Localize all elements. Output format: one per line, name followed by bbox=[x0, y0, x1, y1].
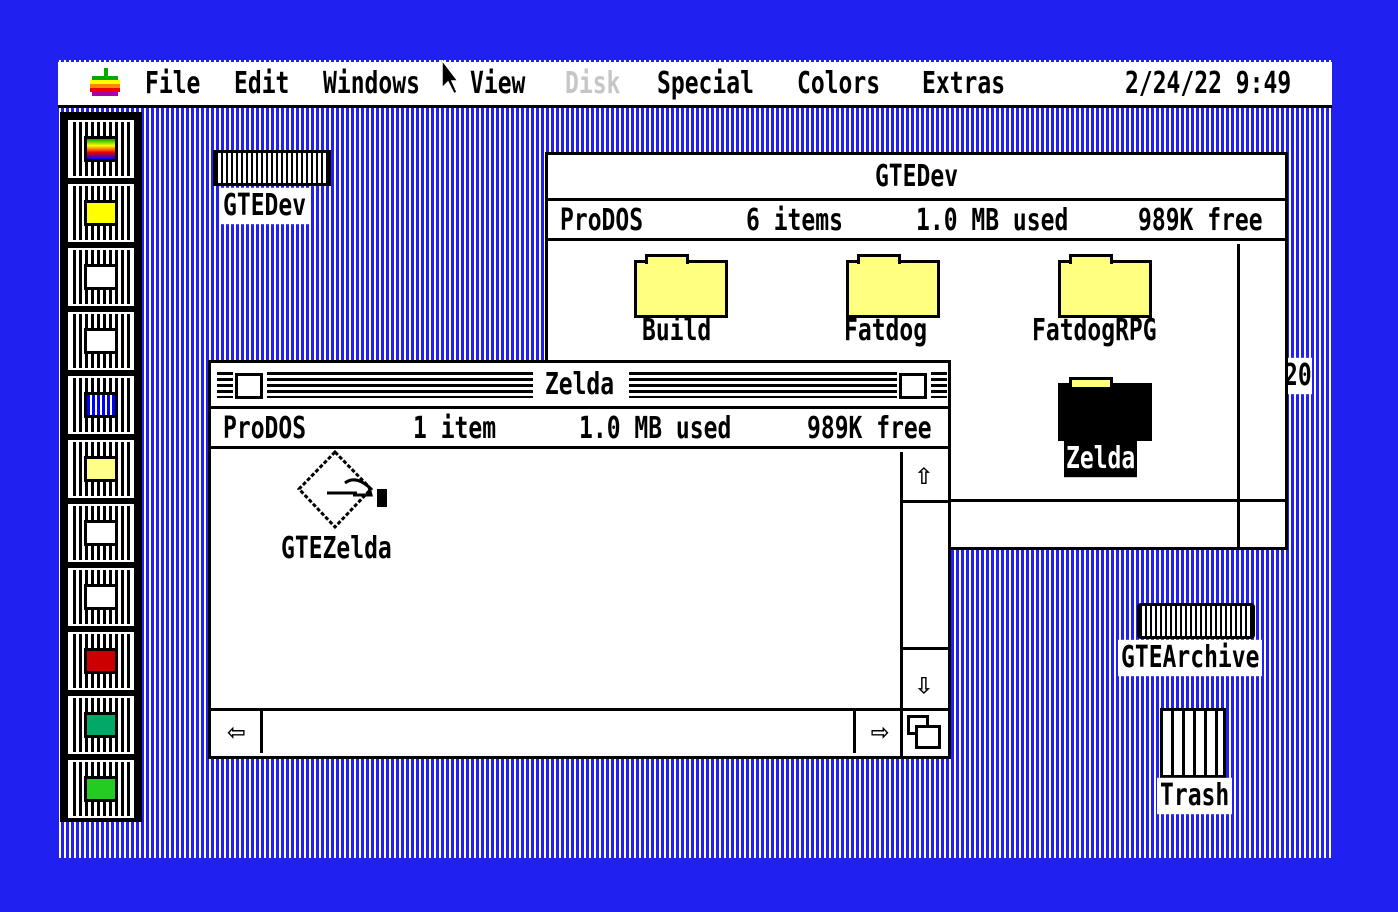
space-used: 1.0 MB used bbox=[579, 412, 732, 446]
resize-box[interactable] bbox=[900, 708, 948, 756]
hard-drive-icon[interactable] bbox=[213, 150, 331, 186]
space-free: 989K free bbox=[1138, 204, 1263, 238]
info-bar: ProDOS 1 item 1.0 MB used 989K free bbox=[211, 409, 948, 449]
space-used: 1.0 MB used bbox=[916, 204, 1069, 238]
dock-printer-icon[interactable] bbox=[68, 568, 134, 626]
folder-fatdogrpg-label[interactable]: FatdogRPG bbox=[1032, 313, 1157, 349]
item-count: 1 item bbox=[413, 412, 497, 446]
window-title: Zelda bbox=[544, 368, 615, 402]
menu-disk[interactable]: Disk bbox=[565, 66, 620, 102]
menu-bar: File Edit Windows View Disk Special Colo… bbox=[58, 62, 1332, 108]
dock-return-arrow-icon[interactable] bbox=[68, 760, 134, 818]
application-icon[interactable] bbox=[295, 449, 395, 539]
title-bar[interactable]: Zelda bbox=[211, 363, 948, 409]
zoom-box[interactable] bbox=[899, 373, 927, 399]
dock-green-disk-icon[interactable] bbox=[68, 696, 134, 754]
dock-control-panel-icon[interactable] bbox=[68, 248, 134, 306]
menu-file[interactable]: File bbox=[145, 66, 200, 102]
title-bar[interactable]: GTEDev bbox=[548, 155, 1285, 201]
mouse-pointer-icon bbox=[441, 60, 458, 96]
menu-edit[interactable]: Edit bbox=[234, 66, 289, 102]
space-free: 989K free bbox=[807, 412, 932, 446]
dock-windows-icon[interactable] bbox=[68, 312, 134, 370]
vertical-scrollbar[interactable]: ⇧ ⇩ bbox=[900, 452, 948, 708]
desktop-icon-gtedev-label[interactable]: GTEDev bbox=[220, 187, 310, 225]
menu-view[interactable]: View bbox=[470, 66, 525, 102]
trash-icon[interactable] bbox=[1160, 708, 1226, 778]
launcher-dock bbox=[60, 112, 142, 822]
folder-fatdog-label[interactable]: Fatdog bbox=[844, 313, 927, 349]
window-zelda: Zelda ProDOS 1 item 1.0 MB used 989K fre… bbox=[208, 360, 951, 759]
folder-icon[interactable] bbox=[634, 254, 728, 318]
menu-extras[interactable]: Extras bbox=[922, 66, 1005, 102]
dock-display-icon[interactable] bbox=[68, 376, 134, 434]
scroll-down-arrow-icon[interactable]: ⇩ bbox=[903, 664, 945, 706]
gtezelda-label[interactable]: GTEZelda bbox=[281, 531, 392, 567]
scroll-right-arrow-icon[interactable]: ⇨ bbox=[853, 711, 903, 753]
desktop-icon-partial-label[interactable]: 20 bbox=[1284, 357, 1312, 395]
volume-type: ProDOS bbox=[223, 412, 307, 446]
dock-apple-icon[interactable] bbox=[68, 120, 134, 178]
volume-type: ProDOS bbox=[560, 204, 644, 238]
menu-special[interactable]: Special bbox=[657, 66, 754, 102]
folder-zelda-selected-icon[interactable] bbox=[1058, 377, 1152, 441]
folder-icon[interactable] bbox=[846, 254, 940, 318]
hard-drive-icon[interactable] bbox=[1137, 603, 1255, 639]
info-bar: ProDOS 6 items 1.0 MB used 989K free bbox=[548, 201, 1285, 241]
desktop-icon-gtearchive-label[interactable]: GTEArchive bbox=[1118, 639, 1263, 677]
close-box[interactable] bbox=[235, 373, 263, 399]
scroll-left-arrow-icon[interactable]: ⇦ bbox=[213, 711, 263, 753]
menu-colors[interactable]: Colors bbox=[797, 66, 880, 102]
clock: 2/24/22 9:49 bbox=[1125, 67, 1292, 101]
dock-folder-icon[interactable] bbox=[68, 184, 134, 242]
apple-menu-icon[interactable] bbox=[88, 68, 122, 98]
dock-checklist-icon[interactable] bbox=[68, 440, 134, 498]
scroll-up-arrow-icon[interactable]: ⇧ bbox=[903, 454, 945, 496]
folder-zelda-label[interactable]: Zelda bbox=[1064, 440, 1138, 478]
horizontal-scrollbar[interactable]: ⇦ ⇨ bbox=[211, 708, 903, 756]
menu-windows[interactable]: Windows bbox=[323, 66, 420, 102]
desktop: File Edit Windows View Disk Special Colo… bbox=[56, 60, 1334, 858]
item-count: 6 items bbox=[746, 204, 843, 238]
window-title: GTEDev bbox=[874, 160, 959, 194]
scroll-thumb[interactable] bbox=[903, 500, 948, 650]
folder-build-label[interactable]: Build bbox=[642, 313, 711, 349]
dock-keyboard-icon[interactable] bbox=[68, 504, 134, 562]
dock-red-disk-icon[interactable] bbox=[68, 632, 134, 690]
desktop-icon-trash-label[interactable]: Trash bbox=[1157, 777, 1233, 815]
folder-icon[interactable] bbox=[1058, 254, 1152, 318]
